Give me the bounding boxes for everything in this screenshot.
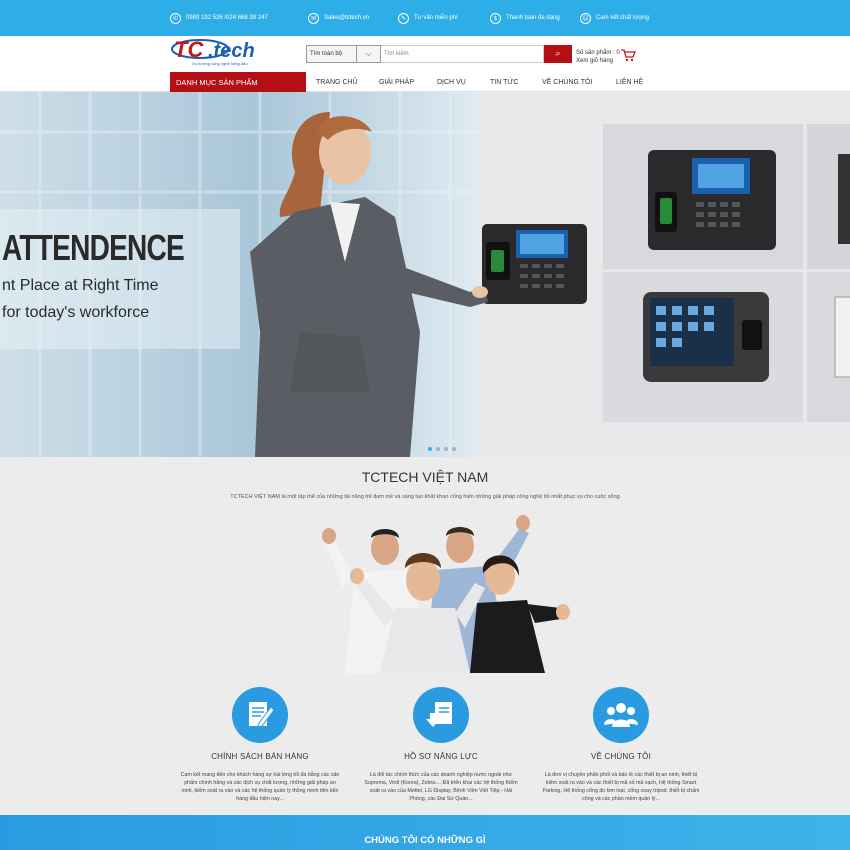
svg-text:TC: TC [174,37,204,62]
main-navigation: DANH MỤC SẢN PHẨM TRANG CHỦ GIẢI PHÁP DỊ… [0,72,850,92]
payment-text: Thanh toán đa dạng [506,15,560,21]
svg-text:Xu hướng công nghệ hàng đầu: Xu hướng công nghệ hàng đầu [192,61,248,66]
feature-description: Cam kết mang đến cho khách hàng sự hài l… [180,772,340,802]
hero-tagline-1: nt Place at Right Time [2,277,159,294]
mail-icon: ✉ [308,12,319,24]
search-icon: ⌕ [555,49,561,59]
chat-icon: ✎ [398,12,409,24]
hero-headline: ATTENDENCE [2,227,185,268]
hero-slider[interactable]: ATTENDENCE nt Place at Right Time for to… [0,92,850,457]
slider-dot[interactable] [444,447,448,451]
feature-sales-policy[interactable]: CHÍNH SÁCH BÁN HÀNG Cam kết mang đến cho… [180,687,340,803]
feature-description: Là đơn vị chuyên phân phối và bán lẻ các… [542,772,700,802]
hero-tagline-2: for today's workforce [2,304,150,321]
phone-text: 0989 192 526 /024 668 39 247 [186,15,268,21]
search-button[interactable]: ⌕ [544,45,572,63]
people-group-icon [604,703,638,727]
search-input[interactable]: Tìm kiếm [381,45,544,63]
dollar-icon: $ [490,12,501,24]
search-category-select[interactable]: Tìm toàn bộ ⌵ [306,45,381,63]
feature-about-us[interactable]: VỀ CHÚNG TÔI Là đơn vị chuyên phân phối … [541,687,701,803]
feature-description: Là đối tác chính thức của các doanh nghi… [364,772,518,802]
nav-item-home[interactable]: TRANG CHỦ [316,72,358,92]
email-info[interactable]: ✉ Sales@tctech.vn [308,12,369,24]
slider-dot[interactable] [452,447,456,451]
nav-item-solutions[interactable]: GIẢI PHÁP [379,72,414,92]
search-bar: Tìm toàn bộ ⌵ Tìm kiếm ⌕ [306,45,572,63]
advice-text: Tư vấn miễn phí [414,15,458,21]
quality-text: Cam kết chất lượng [596,15,649,21]
top-info-bar: ✆ 0989 192 526 /024 668 39 247 ✉ Sales@t… [0,0,850,36]
feature-company-profile[interactable]: HỒ SƠ NĂNG LỰC Là đối tác chính thức của… [361,687,521,803]
services-banner: CHÚNG TÔI CÓ NHỮNG GÌ [0,815,850,850]
product-category-menu[interactable]: DANH MỤC SẢN PHẨM [170,72,306,92]
cart-summary[interactable]: Số sản phẩm : 0 Xem giỏ hàng [576,49,620,65]
search-category-value: Tìm toàn bộ [310,51,343,57]
document-pen-icon [249,702,275,728]
nav-item-news[interactable]: TIN TỨC [490,72,518,92]
slider-dots [428,447,456,451]
document-download-icon [426,702,452,727]
quality-info[interactable]: ☺ Cam kết chất lượng [580,12,649,24]
payment-info[interactable]: $ Thanh toán đa dạng [490,12,560,24]
slider-dot[interactable] [428,447,432,451]
nav-item-about[interactable]: VỀ CHÚNG TÔI [542,72,592,92]
feature-icon-circle [232,687,288,743]
view-cart-link[interactable]: Xem giỏ hàng [576,57,620,65]
feature-icon-circle [413,687,469,743]
email-text: Sales@tctech.vn [324,15,370,21]
services-title: CHÚNG TÔI CÓ NHỮNG GÌ [364,835,486,846]
advice-info[interactable]: ✎ Tư vấn miễn phí [398,12,458,24]
feature-title: CHÍNH SÁCH BÁN HÀNG [211,752,309,761]
feature-title: HỒ SƠ NĂNG LỰC [404,752,478,761]
header: TC .tech Xu hướng công nghệ hàng đầu Tìm… [0,36,850,72]
feature-icon-circle [593,687,649,743]
user-icon: ☺ [580,12,591,24]
team-photo [322,515,570,673]
slider-dot[interactable] [436,447,440,451]
nav-item-contact[interactable]: LIÊN HỆ [616,72,643,92]
about-description: TCTECH VIỆT NAM là một tập thể của những… [230,494,620,500]
nav-item-services[interactable]: DỊCH VỤ [437,72,466,92]
feature-title: VỀ CHÚNG TÔI [590,752,652,761]
cart-count: Số sản phẩm : 0 [576,50,620,56]
chevron-down-icon[interactable]: ⌵ [356,46,380,62]
logo-graphic: TC .tech Xu hướng công nghệ hàng đầu [171,37,255,66]
cart-icon[interactable] [620,48,636,62]
about-title: TCTECH VIỆT NAM [361,469,489,485]
phone-info[interactable]: ✆ 0989 192 526 /024 668 39 247 [170,12,268,24]
site-logo[interactable]: TC .tech Xu hướng công nghệ hàng đầu [170,37,274,67]
svg-text:.tech: .tech [208,40,255,62]
phone-icon: ✆ [170,12,181,24]
